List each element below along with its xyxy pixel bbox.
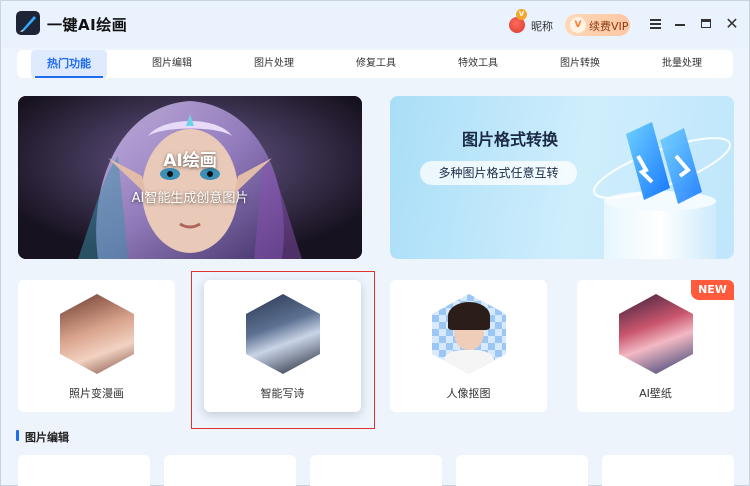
image-edit-card[interactable] [602, 455, 734, 486]
image-edit-card[interactable] [18, 455, 150, 486]
new-badge: NEW [691, 280, 734, 300]
renew-vip-label: 续费VIP [589, 20, 629, 33]
vip-icon: V [570, 17, 586, 33]
app-logo-icon [16, 11, 40, 35]
tab-image-convert[interactable]: 图片转换 [542, 50, 618, 78]
ai-painting-banner[interactable]: AI绘画 AI智能生成创意图片 [18, 96, 362, 259]
tab-image-edit[interactable]: 图片编辑 [134, 50, 210, 78]
feature-label: 照片变漫画 [69, 387, 124, 400]
image-edit-card[interactable] [310, 455, 442, 486]
close-icon[interactable]: ✕ [722, 14, 742, 34]
app-title: 一键AI绘画 [47, 16, 128, 34]
tab-batch-process[interactable]: 批量处理 [644, 50, 720, 78]
image-edit-card[interactable] [456, 455, 588, 486]
convert-arrows-icon [593, 122, 731, 259]
vip-level-badge: V [516, 9, 527, 20]
category-tab-bar: 热门功能 图片编辑 图片处理 修复工具 特效工具 图片转换 批量处理 [17, 50, 733, 78]
section-accent-bar [16, 430, 19, 441]
feature-card-portrait-cutout[interactable]: 人像抠图 [390, 280, 547, 412]
tab-hot-features[interactable]: 热门功能 [31, 50, 107, 78]
user-nickname[interactable]: 昵称 [531, 18, 553, 34]
manga-portrait-icon [60, 294, 134, 374]
ai-painting-title: AI绘画 [163, 151, 217, 171]
menu-icon[interactable] [646, 14, 666, 34]
tab-effect-tools[interactable]: 特效工具 [440, 50, 516, 78]
renew-vip-button[interactable]: V 续费VIP [565, 14, 630, 36]
feature-label: AI壁纸 [639, 387, 672, 400]
feature-label: 人像抠图 [446, 387, 491, 400]
maximize-icon[interactable] [696, 14, 716, 34]
portrait-cutout-icon [432, 294, 506, 374]
tab-repair-tools[interactable]: 修复工具 [338, 50, 414, 78]
format-convert-banner[interactable]: 图片格式转换 多种图片格式任意互转 [390, 96, 734, 259]
image-edit-card[interactable] [164, 455, 296, 486]
tab-image-process[interactable]: 图片处理 [236, 50, 312, 78]
feature-card-ai-wallpaper[interactable]: AI壁纸 NEW [577, 280, 734, 412]
feature-card-photo-to-manga[interactable]: 照片变漫画 [18, 280, 175, 412]
ai-painting-subtitle: AI智能生成创意图片 [131, 191, 249, 206]
wallpaper-portrait-icon [619, 294, 693, 374]
selection-highlight-frame [191, 271, 375, 429]
title-bar: 一键AI绘画 V 昵称 V 续费VIP ✕ [1, 1, 749, 47]
elf-portrait-illustration [18, 96, 362, 259]
section-title-image-edit: 图片编辑 [25, 431, 69, 444]
minimize-icon[interactable] [670, 14, 690, 34]
